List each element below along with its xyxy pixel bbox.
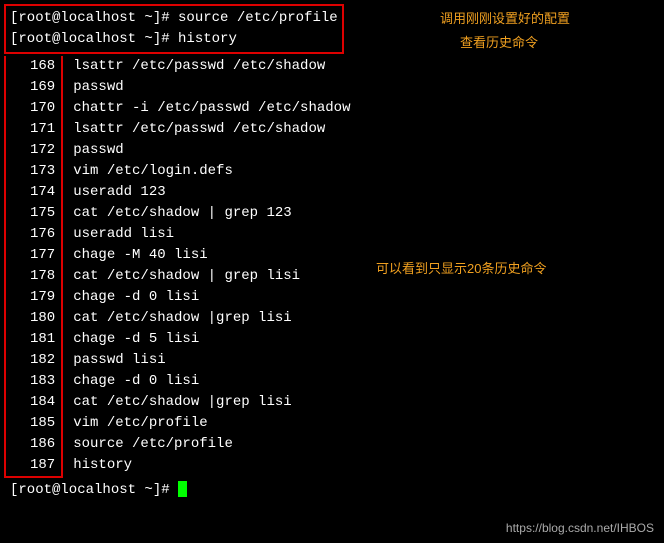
history-command-line: useradd lisi (73, 224, 350, 245)
history-command-line: chattr -i /etc/passwd /etc/shadow (73, 98, 350, 119)
history-command-line: cat /etc/shadow |grep lisi (73, 308, 350, 329)
history-line-number: 187 (30, 455, 55, 476)
history-line-number: 178 (30, 266, 55, 287)
history-line-number: 186 (30, 434, 55, 455)
prompt-prefix: [root@localhost ~]# (10, 10, 178, 26)
history-line-number: 173 (30, 161, 55, 182)
history-line-numbers: 1681691701711721731741751761771781791801… (4, 56, 63, 478)
cursor (178, 481, 187, 497)
history-line-number: 184 (30, 392, 55, 413)
command-highlight-box: [root@localhost ~]# source /etc/profile … (4, 4, 344, 54)
terminal-window[interactable]: [root@localhost ~]# source /etc/profile … (4, 4, 660, 501)
history-line-number: 172 (30, 140, 55, 161)
history-command-line: chage -M 40 lisi (73, 245, 350, 266)
current-prompt[interactable]: [root@localhost ~]# (4, 480, 660, 501)
history-command-line: lsattr /etc/passwd /etc/shadow (73, 119, 350, 140)
history-command-line: history (73, 455, 350, 476)
history-command-line: vim /etc/profile (73, 413, 350, 434)
history-output: 1681691701711721731741751761771781791801… (4, 56, 660, 478)
history-command-line: lsattr /etc/passwd /etc/shadow (73, 56, 350, 77)
history-line-number: 181 (30, 329, 55, 350)
history-commands: lsattr /etc/passwd /etc/shadowpasswdchat… (63, 56, 350, 478)
history-command-line: chage -d 0 lisi (73, 371, 350, 392)
history-line-number: 179 (30, 287, 55, 308)
history-line-number: 185 (30, 413, 55, 434)
history-line-number: 171 (30, 119, 55, 140)
command-text: source /etc/profile (178, 10, 338, 26)
history-command-line: cat /etc/shadow | grep 123 (73, 203, 350, 224)
history-command-line: cat /etc/shadow | grep lisi (73, 266, 350, 287)
history-command-line: chage -d 0 lisi (73, 287, 350, 308)
history-line-number: 180 (30, 308, 55, 329)
watermark-text: https://blog.csdn.net/IHBOS (506, 521, 654, 535)
history-command-line: cat /etc/shadow |grep lisi (73, 392, 350, 413)
history-line-number: 168 (30, 56, 55, 77)
history-command-line: vim /etc/login.defs (73, 161, 350, 182)
history-command-line: source /etc/profile (73, 434, 350, 455)
history-line-number: 182 (30, 350, 55, 371)
history-command-line: passwd (73, 77, 350, 98)
annotation-20-lines: 可以看到只显示20条历史命令 (376, 258, 546, 277)
history-line-number: 177 (30, 245, 55, 266)
history-command-line: passwd (73, 140, 350, 161)
annotation-config: 调用刚刚设置好的配置 (440, 8, 570, 27)
history-line-number: 176 (30, 224, 55, 245)
history-line-number: 170 (30, 98, 55, 119)
annotation-history: 查看历史命令 (460, 32, 538, 51)
command-text: history (178, 31, 237, 47)
history-line-number: 169 (30, 77, 55, 98)
history-command-line: passwd lisi (73, 350, 350, 371)
prompt-line-1: [root@localhost ~]# source /etc/profile (10, 8, 338, 29)
history-line-number: 183 (30, 371, 55, 392)
history-command-line: useradd 123 (73, 182, 350, 203)
history-command-line: chage -d 5 lisi (73, 329, 350, 350)
prompt-prefix: [root@localhost ~]# (10, 482, 178, 498)
history-line-number: 174 (30, 182, 55, 203)
prompt-prefix: [root@localhost ~]# (10, 31, 178, 47)
history-line-number: 175 (30, 203, 55, 224)
prompt-line-2: [root@localhost ~]# history (10, 29, 338, 50)
